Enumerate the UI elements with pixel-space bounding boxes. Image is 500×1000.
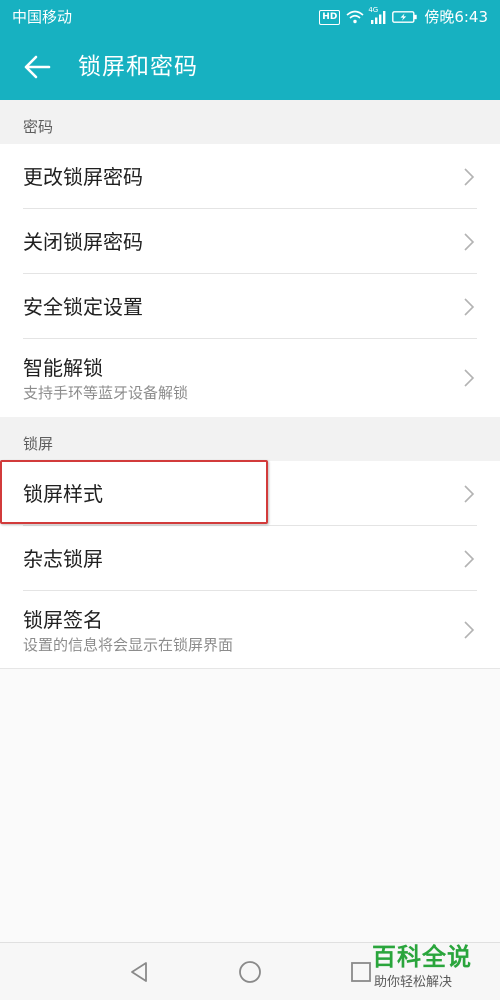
status-icons: HD 4G 傍晚6:43: [319, 6, 488, 28]
list-item-title: 智能解锁: [23, 356, 103, 380]
list-bottom-divider: [0, 668, 500, 669]
list-item-title: 锁屏签名: [23, 608, 103, 632]
list-item-lockscreen-style[interactable]: 锁屏样式: [0, 461, 500, 526]
watermark-logo: 百科全说 助你轻松解决: [364, 940, 492, 1000]
chevron-right-icon: [463, 167, 475, 187]
triangle-back-icon: [131, 962, 147, 982]
chevron-right-icon: [463, 297, 475, 317]
nav-back-button[interactable]: [127, 959, 153, 985]
page-title: 锁屏和密码: [78, 54, 198, 80]
circle-home-icon: [239, 961, 261, 983]
password-list: 更改锁屏密码 关闭锁屏密码 安全锁定设置 智能解锁 支持手环等蓝牙设备解锁: [0, 144, 500, 417]
battery-icon: [392, 10, 418, 24]
list-item-title: 更改锁屏密码: [23, 165, 143, 189]
list-item-subtitle: 设置的信息将会显示在锁屏界面: [23, 636, 234, 654]
back-button[interactable]: [14, 45, 60, 89]
list-item-subtitle: 支持手环等蓝牙设备解锁: [23, 384, 189, 402]
settings-content: 密码 更改锁屏密码 关闭锁屏密码 安全锁定设置 智能解锁 支持手环等蓝牙设备解锁: [0, 100, 500, 669]
signal-icon: 4G: [368, 6, 386, 24]
list-item-title: 杂志锁屏: [23, 547, 103, 571]
nav-home-button[interactable]: [237, 959, 263, 985]
section-header-lockscreen: 锁屏: [0, 417, 500, 461]
list-item-security-lock-settings[interactable]: 安全锁定设置: [0, 274, 500, 339]
watermark-title: 百科全说: [372, 943, 472, 971]
list-item-magazine-lockscreen[interactable]: 杂志锁屏: [0, 526, 500, 591]
clock-time: 傍晚6:43: [424, 8, 488, 26]
app-bar: 锁屏和密码: [0, 34, 500, 100]
chevron-right-icon: [463, 232, 475, 252]
hd-icon: HD: [319, 9, 341, 25]
status-bar: 中国移动 HD 4G 傍晚6:43: [0, 0, 500, 34]
list-item-title: 关闭锁屏密码: [23, 230, 143, 254]
arrow-left-icon: [24, 55, 51, 79]
chevron-right-icon: [463, 620, 475, 640]
carrier-label: 中国移动: [12, 8, 73, 26]
chevron-right-icon: [463, 484, 475, 504]
wifi-icon: [346, 10, 364, 24]
list-item-title: 锁屏样式: [23, 482, 103, 506]
chevron-right-icon: [463, 368, 475, 388]
list-item-title: 安全锁定设置: [23, 295, 143, 319]
network-type-label: 4G: [368, 6, 379, 14]
list-item-change-lock-password[interactable]: 更改锁屏密码: [0, 144, 500, 209]
list-item-lockscreen-signature[interactable]: 锁屏签名 设置的信息将会显示在锁屏界面: [0, 591, 500, 669]
chevron-right-icon: [463, 549, 475, 569]
watermark-subtitle: 助你轻松解决: [374, 975, 453, 990]
top-bar: 中国移动 HD 4G 傍晚6:43 锁屏和密码: [0, 0, 500, 100]
section-header-password: 密码: [0, 100, 500, 144]
list-item-smart-unlock[interactable]: 智能解锁 支持手环等蓝牙设备解锁: [0, 339, 500, 417]
list-item-disable-lock-password[interactable]: 关闭锁屏密码: [0, 209, 500, 274]
lockscreen-list: 锁屏样式 杂志锁屏 锁屏签名 设置的信息将会显示在锁屏界面: [0, 461, 500, 669]
